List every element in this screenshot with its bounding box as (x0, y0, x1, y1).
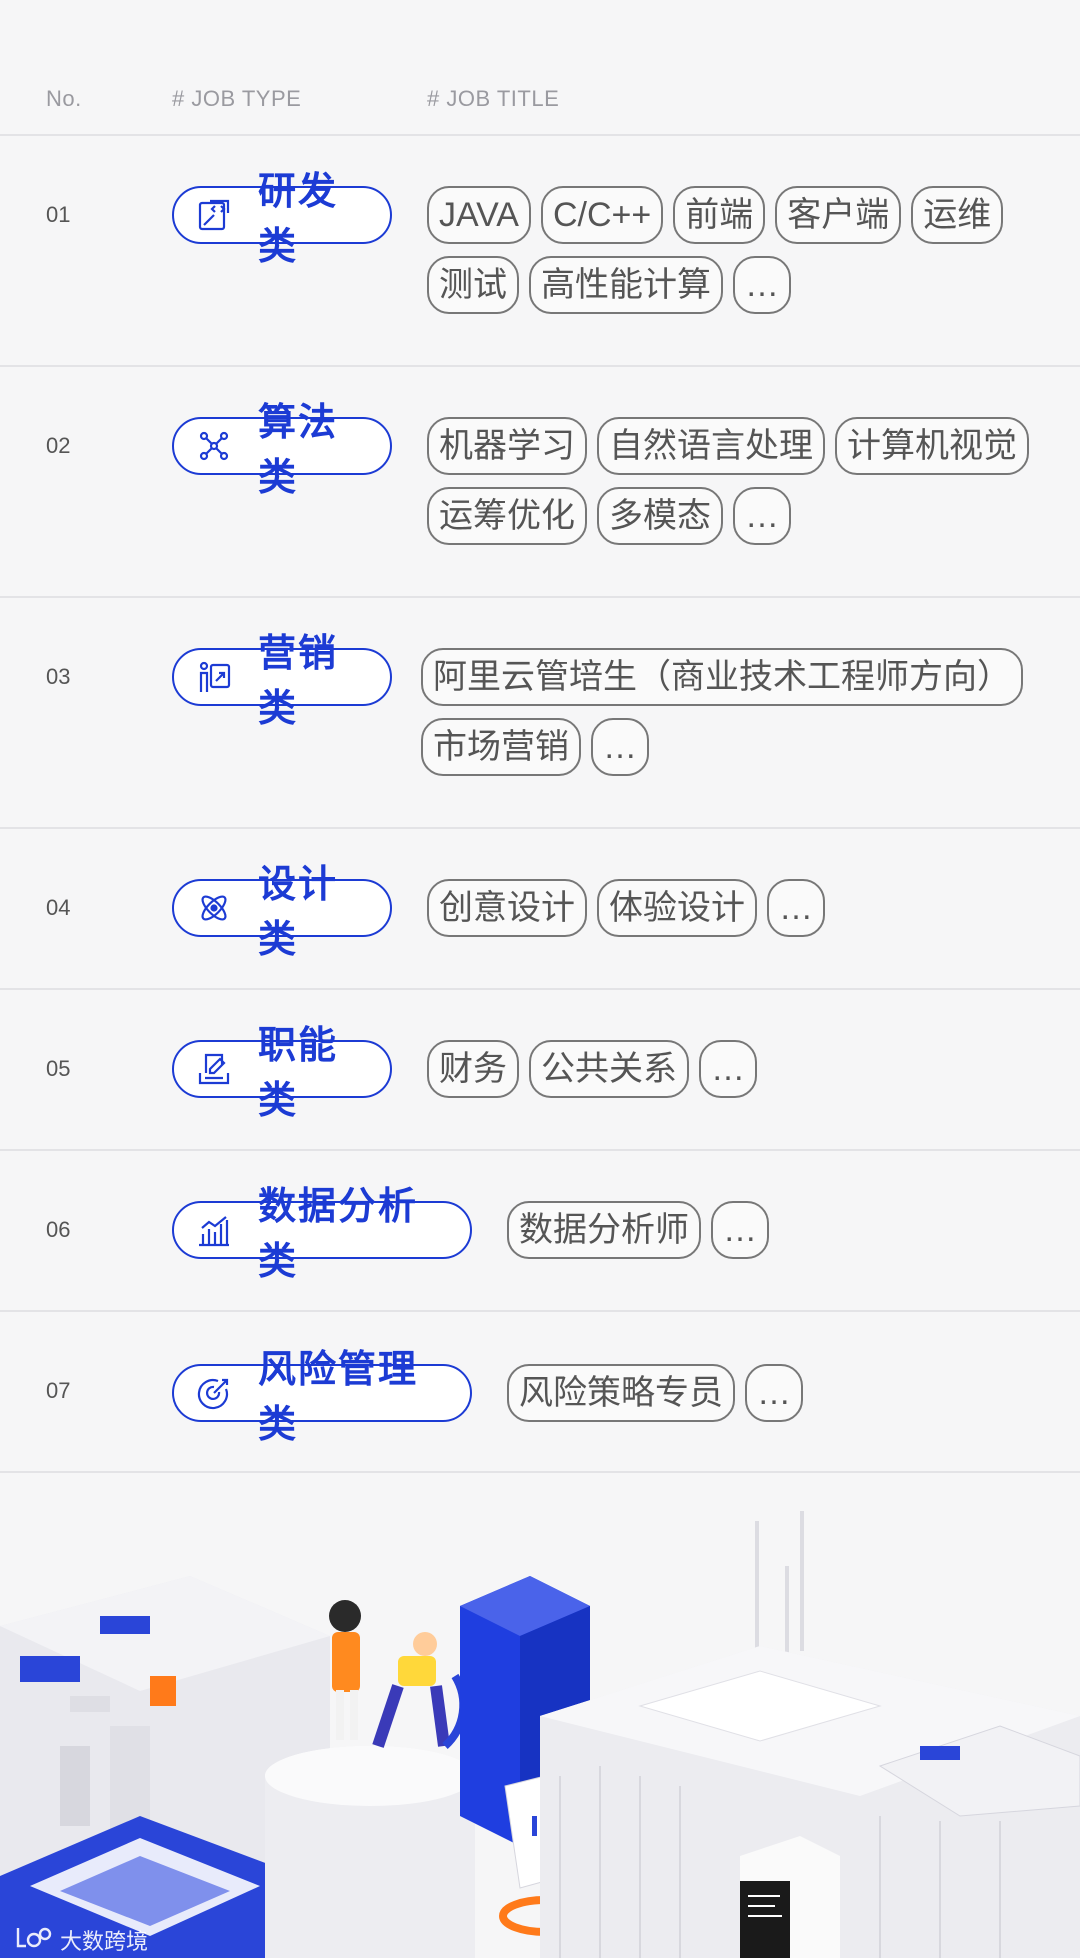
more-tag[interactable]: … (733, 487, 791, 545)
job-type-pill-functional[interactable]: 职能类 (172, 1025, 392, 1122)
job-row-algorithm: 02 算法类 机器学习 自然语言处理 计算机视觉 运筹优化 多模态 … (0, 367, 1080, 598)
watermark-text: 大数跨境 (60, 1929, 149, 1954)
column-header-no: No. (46, 86, 82, 111)
row-number: 01 (46, 202, 71, 227)
job-title-tag[interactable]: 市场营销 (421, 718, 581, 776)
row-number: 04 (46, 895, 71, 920)
document-pen-icon (196, 1051, 232, 1087)
job-title-tag[interactable]: C/C++ (541, 186, 664, 244)
job-title-list: JAVA C/C++ 前端 客户端 运维 测试 高性能计算 … (427, 186, 1047, 314)
more-tag[interactable]: … (745, 1364, 803, 1422)
job-title-tag[interactable]: 公共关系 (529, 1040, 689, 1098)
target-icon (196, 1375, 232, 1411)
job-title-tag[interactable]: 风险策略专员 (507, 1364, 735, 1422)
job-title-tag[interactable]: 财务 (427, 1040, 519, 1098)
job-row-design: 04 设计类 创意设计 体验设计 … (0, 829, 1080, 990)
job-row-rd: 01 研发类 JAVA C/C++ 前端 客户端 运维 测试 高性能计算 … (0, 136, 1080, 367)
job-row-functional: 05 职能类 财务 公共关系 … (0, 990, 1080, 1151)
job-row-marketing: 03 营销类 阿里云管培生（商业技术工程师方向） 市场营销 … (0, 598, 1080, 829)
job-type-label: 算法类 (258, 402, 339, 499)
job-title-list: 阿里云管培生（商业技术工程师方向） 市场营销 … (421, 648, 1061, 776)
network-icon (196, 428, 232, 464)
job-row-risk: 07 风险管理类 风险策略专员 … (0, 1312, 1080, 1473)
job-title-list: 财务 公共关系 … (427, 1040, 1047, 1098)
row-number: 02 (46, 433, 71, 458)
job-title-tag[interactable]: 多模态 (597, 487, 723, 545)
job-title-list: 风险策略专员 … (507, 1364, 1047, 1422)
job-type-pill-algorithm[interactable]: 算法类 (172, 402, 392, 499)
job-title-tag[interactable]: 计算机视觉 (835, 417, 1029, 475)
job-row-data-analysis: 06 数据分析类 数据分析师 … (0, 1151, 1080, 1312)
job-title-tag[interactable]: 前端 (673, 186, 766, 244)
job-title-tag[interactable]: 自然语言处理 (597, 417, 825, 475)
isometric-city-illustration: 大数跨境 (0, 1476, 1080, 1958)
row-number: 03 (46, 664, 71, 689)
watermark-logo-icon (14, 1924, 54, 1956)
code-edit-icon (196, 197, 232, 233)
job-title-list: 机器学习 自然语言处理 计算机视觉 运筹优化 多模态 … (427, 417, 1067, 545)
bar-chart-icon (196, 1212, 232, 1248)
job-title-tag[interactable]: 阿里云管培生（商业技术工程师方向） (421, 648, 1023, 706)
job-title-tag[interactable]: 机器学习 (427, 417, 587, 475)
job-type-label: 风险管理类 (258, 1349, 419, 1446)
job-title-tag[interactable]: 创意设计 (427, 879, 587, 937)
presenter-icon (196, 659, 232, 695)
job-type-label: 研发类 (258, 171, 339, 268)
job-type-pill-rd[interactable]: 研发类 (172, 171, 392, 268)
job-title-tag[interactable]: 高性能计算 (529, 256, 723, 314)
job-type-pill-risk[interactable]: 风险管理类 (172, 1349, 472, 1446)
more-tag[interactable]: … (699, 1040, 757, 1098)
column-header-job-type: # JOB TYPE (172, 86, 302, 111)
row-number: 07 (46, 1378, 71, 1403)
column-header-job-title: # JOB TITLE (427, 86, 560, 111)
job-title-tag[interactable]: 体验设计 (597, 879, 757, 937)
more-tag[interactable]: … (591, 718, 649, 776)
table-header: No. # JOB TYPE # JOB TITLE (0, 0, 1080, 136)
job-title-list: 数据分析师 … (507, 1201, 1047, 1259)
job-title-tag[interactable]: 数据分析师 (507, 1201, 701, 1259)
job-title-tag[interactable]: 运筹优化 (427, 487, 587, 545)
job-type-label: 数据分析类 (258, 1186, 419, 1283)
job-type-label: 职能类 (258, 1025, 339, 1122)
row-number: 06 (46, 1217, 71, 1242)
job-title-tag[interactable]: 运维 (911, 186, 1004, 244)
job-title-tag[interactable]: 测试 (427, 256, 519, 314)
job-title-tag[interactable]: 客户端 (775, 186, 902, 244)
job-type-pill-data-analysis[interactable]: 数据分析类 (172, 1186, 472, 1283)
job-type-label: 营销类 (258, 633, 339, 730)
watermark: 大数跨境 (14, 1924, 148, 1956)
job-title-tag[interactable]: JAVA (427, 186, 531, 244)
more-tag[interactable]: … (711, 1201, 769, 1259)
job-title-list: 创意设计 体验设计 … (427, 879, 1047, 937)
more-tag[interactable]: … (733, 256, 791, 314)
atom-icon (196, 890, 232, 926)
job-type-label: 设计类 (258, 864, 339, 961)
job-type-pill-design[interactable]: 设计类 (172, 864, 392, 961)
more-tag[interactable]: … (767, 879, 825, 937)
job-type-pill-marketing[interactable]: 营销类 (172, 633, 392, 730)
row-number: 05 (46, 1056, 71, 1081)
